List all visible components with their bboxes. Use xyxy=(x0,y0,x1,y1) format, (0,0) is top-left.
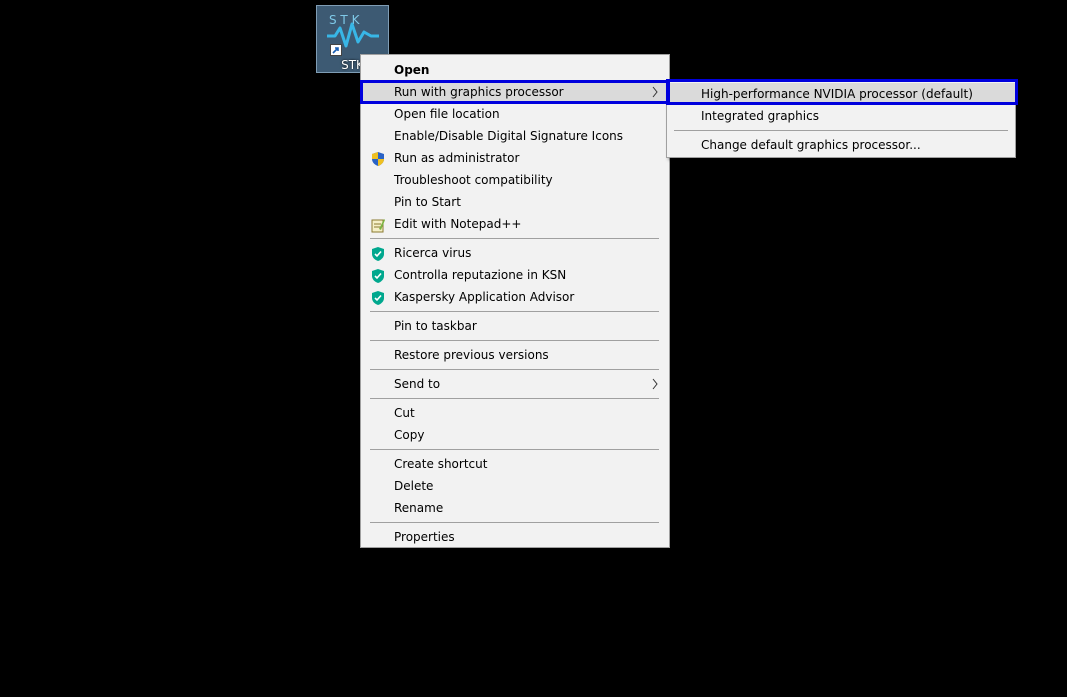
menu-item-kaspersky-application-advisor[interactable]: Kaspersky Application Advisor xyxy=(361,286,669,308)
menu-item-label: High-performance NVIDIA processor (defau… xyxy=(701,87,973,101)
menu-item-open-file-location[interactable]: Open file location xyxy=(361,103,669,125)
menu-item-label: Troubleshoot compatibility xyxy=(394,173,553,187)
menu-item-label: Kaspersky Application Advisor xyxy=(394,290,575,304)
menu-item-label: Open xyxy=(394,63,430,77)
menu-separator xyxy=(370,369,659,370)
menu-item-label: Delete xyxy=(394,479,434,493)
menu-item-label: Create shortcut xyxy=(394,457,488,471)
menu-separator xyxy=(674,130,1008,131)
submenu-item-change-default-gpu[interactable]: Change default graphics processor... xyxy=(667,134,1015,156)
menu-separator xyxy=(370,449,659,450)
menu-item-label: Enable/Disable Digital Signature Icons xyxy=(394,129,624,143)
menu-item-label: Copy xyxy=(394,428,425,442)
menu-item-restore-previous-versions[interactable]: Restore previous versions xyxy=(361,344,669,366)
menu-item-create-shortcut[interactable]: Create shortcut xyxy=(361,453,669,475)
menu-item-properties[interactable]: Properties xyxy=(361,526,669,548)
menu-item-troubleshoot-compatibility[interactable]: Troubleshoot compatibility xyxy=(361,169,669,191)
stk-logo-text: S T K xyxy=(329,13,361,27)
menu-separator xyxy=(370,398,659,399)
context-menu: Open Run with graphics processor Open fi… xyxy=(360,54,670,548)
submenu-item-integrated-graphics[interactable]: Integrated graphics xyxy=(667,105,1015,127)
menu-item-label: Cut xyxy=(394,406,415,420)
kaspersky-shield-icon xyxy=(372,269,384,283)
menu-item-label: Run with graphics processor xyxy=(394,85,564,99)
menu-item-ricerca-virus[interactable]: Ricerca virus xyxy=(361,242,669,264)
kaspersky-shield-icon xyxy=(372,247,384,261)
shortcut-arrow-icon xyxy=(330,44,342,56)
menu-item-cut[interactable]: Cut xyxy=(361,402,669,424)
menu-item-label: Open file location xyxy=(394,107,500,121)
menu-item-delete[interactable]: Delete xyxy=(361,475,669,497)
menu-item-label: Pin to Start xyxy=(394,195,461,209)
desktop: S T K STK Open Run with graphics process… xyxy=(0,0,1067,697)
submenu-item-high-performance-nvidia[interactable]: High-performance NVIDIA processor (defau… xyxy=(667,83,1015,105)
menu-item-label: Properties xyxy=(394,530,455,544)
menu-separator xyxy=(370,522,659,523)
graphics-processor-submenu: High-performance NVIDIA processor (defau… xyxy=(666,80,1016,158)
menu-separator xyxy=(370,340,659,341)
chevron-right-icon xyxy=(652,378,658,390)
uac-shield-icon xyxy=(372,152,384,166)
menu-item-label: Restore previous versions xyxy=(394,348,549,362)
menu-item-pin-to-start[interactable]: Pin to Start xyxy=(361,191,669,213)
menu-item-controlla-reputazione[interactable]: Controlla reputazione in KSN xyxy=(361,264,669,286)
menu-item-open[interactable]: Open xyxy=(361,59,669,81)
menu-item-label: Edit with Notepad++ xyxy=(394,217,522,231)
menu-separator xyxy=(370,238,659,239)
menu-item-send-to[interactable]: Send to xyxy=(361,373,669,395)
menu-item-label: Controlla reputazione in KSN xyxy=(394,268,567,282)
menu-item-label: Send to xyxy=(394,377,441,391)
menu-item-rename[interactable]: Rename xyxy=(361,497,669,519)
menu-item-run-with-graphics-processor[interactable]: Run with graphics processor xyxy=(361,81,669,103)
menu-item-label: Change default graphics processor... xyxy=(701,138,921,152)
menu-item-run-as-administrator[interactable]: Run as administrator xyxy=(361,147,669,169)
menu-item-digital-signature-icons[interactable]: Enable/Disable Digital Signature Icons xyxy=(361,125,669,147)
chevron-right-icon xyxy=(652,86,658,98)
menu-item-pin-to-taskbar[interactable]: Pin to taskbar xyxy=(361,315,669,337)
menu-item-label: Run as administrator xyxy=(394,151,520,165)
menu-separator xyxy=(370,311,659,312)
menu-item-edit-with-notepad[interactable]: Edit with Notepad++ xyxy=(361,213,669,235)
notepad-plus-plus-icon xyxy=(371,219,385,233)
menu-item-label: Pin to taskbar xyxy=(394,319,477,333)
menu-item-copy[interactable]: Copy xyxy=(361,424,669,446)
menu-item-label: Ricerca virus xyxy=(394,246,472,260)
kaspersky-shield-icon xyxy=(372,291,384,305)
menu-item-label: Rename xyxy=(394,501,444,515)
menu-item-label: Integrated graphics xyxy=(701,109,819,123)
